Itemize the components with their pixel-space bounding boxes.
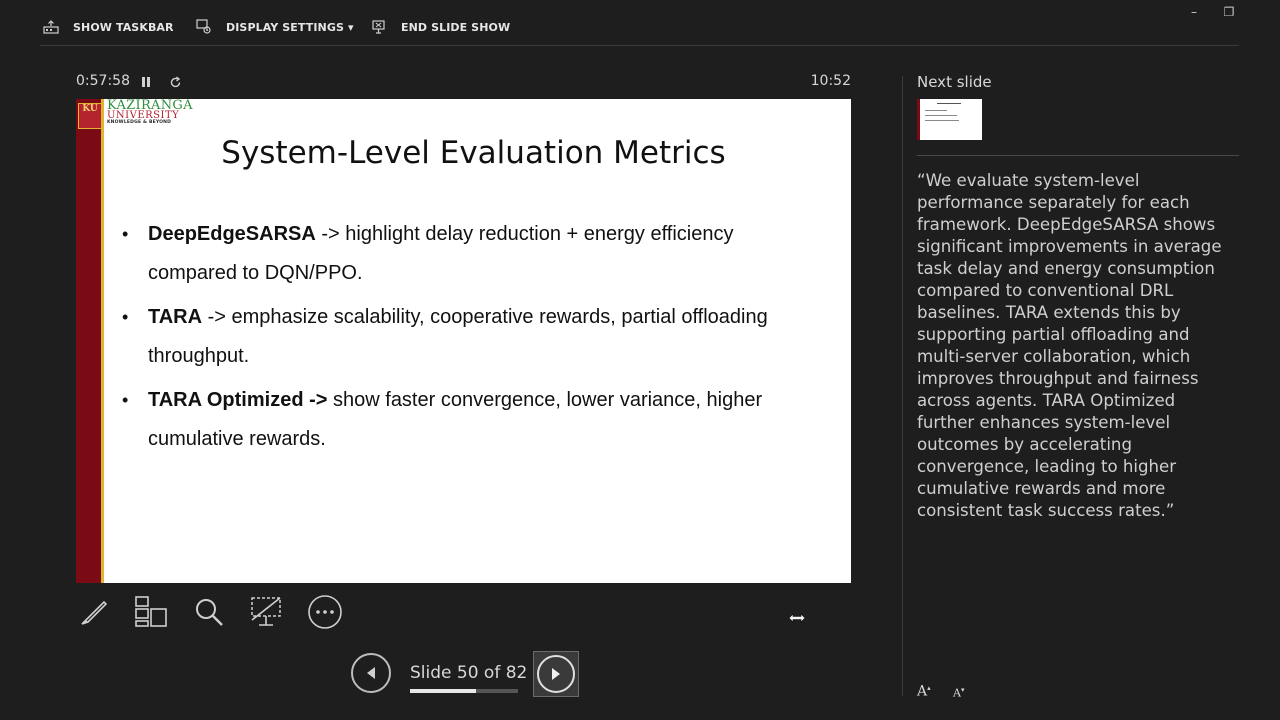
decrease-font-icon: A▾ xyxy=(953,686,965,700)
next-slide-button[interactable] xyxy=(533,651,579,697)
bullet-item: TARA -> emphasize scalability, cooperati… xyxy=(122,298,822,375)
restart-timer-button[interactable] xyxy=(167,73,183,91)
pause-timer-button[interactable] xyxy=(138,73,154,91)
end-slide-show-label: END SLIDE SHOW xyxy=(401,20,511,34)
black-screen-icon xyxy=(251,597,281,626)
minimize-icon: – xyxy=(1191,5,1197,19)
more-options-icon xyxy=(308,595,342,629)
resize-cursor-icon xyxy=(788,612,806,628)
more-options-button[interactable] xyxy=(307,594,343,630)
slide-title: System-Level Evaluation Metrics xyxy=(221,135,726,171)
pause-icon xyxy=(142,77,150,87)
minimize-button[interactable]: – xyxy=(1184,4,1204,20)
restore-icon: ❐ xyxy=(1223,5,1235,19)
black-screen-button[interactable] xyxy=(248,594,284,630)
restore-button[interactable]: ❐ xyxy=(1219,4,1239,20)
slide-counter[interactable]: Slide 50 of 82 xyxy=(410,663,527,683)
toolbar-divider xyxy=(40,45,1239,46)
logo-tagline: KNOWLEDGE & BEYOND xyxy=(107,120,172,125)
pane-divider[interactable] xyxy=(902,76,903,696)
display-settings-label: DISPLAY SETTINGS ▾ xyxy=(226,20,354,34)
show-taskbar-label: SHOW TASKBAR xyxy=(73,20,174,34)
next-arrow-icon xyxy=(552,668,560,680)
slide-side-band xyxy=(76,99,104,583)
speaker-notes: “We evaluate system-level performance se… xyxy=(917,171,1222,520)
bullet-list: DeepEdgeSARSA -> highlight delay reducti… xyxy=(122,215,822,464)
display-settings-button[interactable]: DISPLAY SETTINGS ▾ xyxy=(196,18,354,36)
next-slide-label: Next slide xyxy=(917,73,992,91)
next-slide-thumbnail[interactable] xyxy=(917,99,982,140)
next-slide-circle xyxy=(537,655,575,693)
pen-tool-button[interactable] xyxy=(76,594,112,630)
end-show-icon xyxy=(371,19,387,35)
pen-icon xyxy=(81,600,108,625)
see-all-slides-button[interactable] xyxy=(133,594,169,630)
display-settings-icon xyxy=(196,19,212,35)
current-time: 10:52 xyxy=(810,73,851,89)
previous-arrow-icon xyxy=(367,667,375,679)
bullet-item: TARA Optimized -> show faster convergenc… xyxy=(122,381,822,458)
decrease-font-button[interactable]: A▾ xyxy=(953,681,971,699)
zoom-icon xyxy=(196,599,223,626)
slide-progress-bar xyxy=(410,689,518,693)
restart-icon xyxy=(170,75,180,87)
taskbar-icon xyxy=(43,20,59,34)
zoom-button[interactable] xyxy=(191,594,227,630)
slide-progress-fill xyxy=(410,689,476,693)
current-slide[interactable]: KU KAZIRANGA UNIVERSITY KNOWLEDGE & BEYO… xyxy=(76,99,851,583)
show-taskbar-button[interactable]: SHOW TASKBAR xyxy=(43,18,174,36)
increase-font-button[interactable]: A▴ xyxy=(917,681,935,699)
end-slide-show-button[interactable]: END SLIDE SHOW xyxy=(371,18,510,36)
increase-font-icon: A▴ xyxy=(917,684,931,700)
previous-slide-button[interactable] xyxy=(351,653,391,693)
elapsed-timer: 0:57:58 xyxy=(76,73,130,89)
university-logo-seal: KU xyxy=(78,103,102,129)
see-all-slides-icon xyxy=(135,596,167,627)
bullet-item: DeepEdgeSARSA -> highlight delay reducti… xyxy=(122,215,822,292)
notes-divider xyxy=(917,155,1239,156)
